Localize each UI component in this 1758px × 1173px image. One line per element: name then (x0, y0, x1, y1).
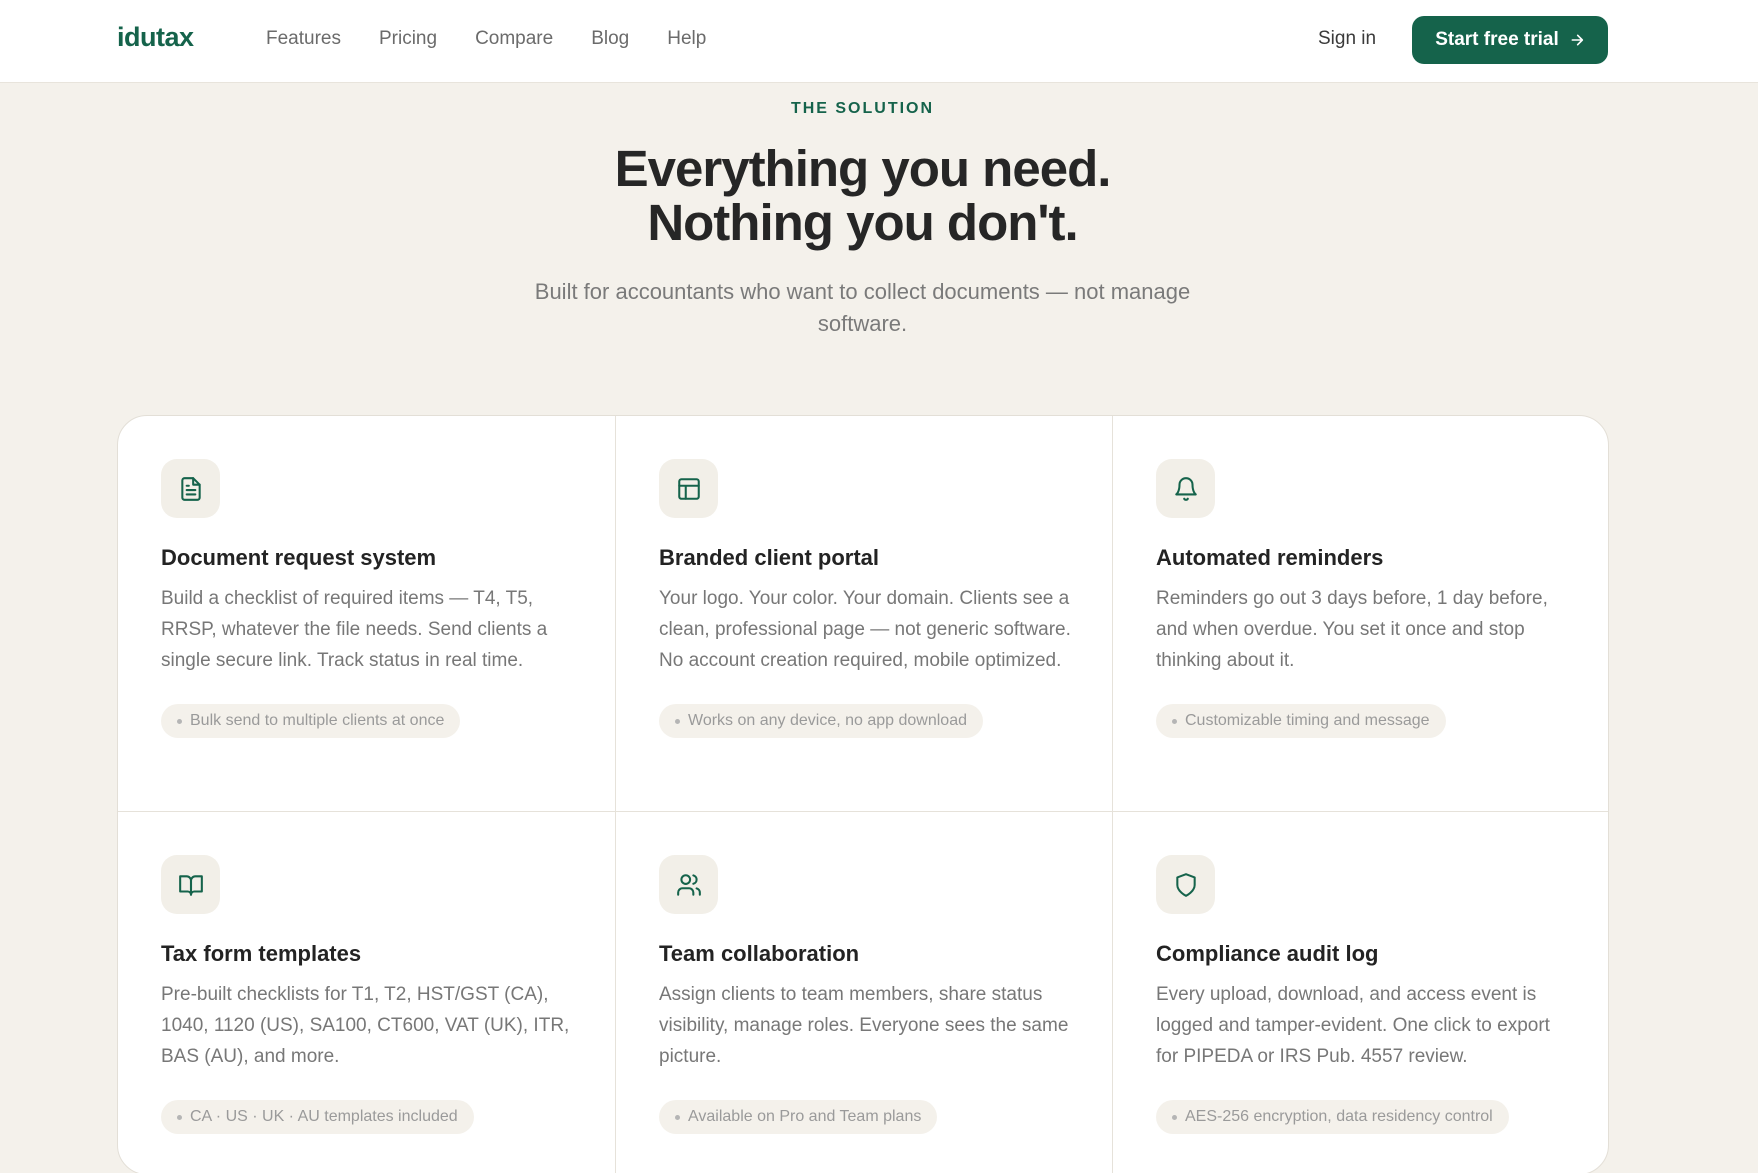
subheading-line-2: software. (817, 311, 908, 336)
feature-title: Automated reminders (1156, 545, 1384, 570)
arrow-right-icon (1571, 34, 1583, 46)
bell-icon (1174, 476, 1197, 501)
bullet-dot-icon (675, 718, 680, 724)
feature-tag: AES-256 encryption, data residency contr… (1156, 1100, 1509, 1134)
feature-tag: Available on Pro and Team plans (659, 1100, 938, 1134)
feature-card-compliance-audit-log: Compliance audit log Every upload, downl… (1112, 811, 1608, 1173)
feature-tag: Customizable timing and message (1156, 704, 1446, 738)
headline-line-2: Nothing you don't. (647, 194, 1078, 251)
feature-icon-box (1156, 459, 1215, 518)
feature-icon-box (659, 459, 718, 518)
layout-icon (677, 477, 700, 500)
file-text-icon (180, 476, 201, 501)
feature-card-branded-portal: Branded client portal Your logo. Your co… (615, 416, 1112, 811)
start-free-trial-label: Start free trial (1435, 29, 1559, 50)
top-navbar: idutax Features Pricing Compare Blog Hel… (0, 0, 1758, 83)
feature-icon-box (659, 855, 718, 914)
headline-line-1: Everything you need. (614, 140, 1112, 197)
feature-description: Every upload, download, and access event… (1156, 984, 1550, 1067)
feature-tag-label: AES-256 encryption, data residency contr… (1185, 1108, 1493, 1125)
feature-icon-box (1156, 855, 1215, 914)
bullet-dot-icon (177, 1114, 182, 1120)
feature-tag-label: Works on any device, no app download (688, 712, 967, 729)
nav-link-features[interactable]: Features (266, 28, 341, 50)
feature-description: Reminders go out 3 days before, 1 day be… (1156, 588, 1548, 671)
feature-title: Tax form templates (161, 941, 362, 966)
feature-title: Document request system (161, 545, 437, 570)
start-free-trial-button[interactable]: Start free trial (1412, 16, 1608, 64)
bullet-dot-icon (1172, 1114, 1177, 1120)
sign-in-link[interactable]: Sign in (1318, 28, 1376, 50)
feature-tag-label: CA · US · UK · AU templates included (190, 1108, 458, 1125)
feature-description: Build a checklist of required items — T4… (161, 588, 548, 671)
feature-tag-label: Bulk send to multiple clients at once (190, 712, 445, 729)
feature-tag: CA · US · UK · AU templates included (161, 1100, 474, 1134)
book-open-icon (178, 874, 203, 896)
feature-card-document-request: Document request system Build a checklis… (118, 416, 615, 811)
feature-tag: Bulk send to multiple clients at once (161, 704, 461, 738)
feature-tag-label: Customizable timing and message (1185, 712, 1430, 729)
feature-description: Pre-built checklists for T1, T2, HST/GST… (161, 984, 570, 1067)
section-eyebrow: THE SOLUTION (790, 100, 935, 117)
feature-title: Compliance audit log (1156, 941, 1379, 966)
features-grid: Document request system Build a checklis… (117, 415, 1609, 1173)
nav-link-blog[interactable]: Blog (591, 28, 629, 50)
nav-link-pricing[interactable]: Pricing (379, 28, 437, 50)
nav-link-compare[interactable]: Compare (475, 28, 553, 50)
feature-title: Team collaboration (659, 941, 860, 966)
feature-icon-box (161, 459, 220, 518)
feature-card-automated-reminders: Automated reminders Reminders go out 3 d… (1112, 416, 1608, 811)
feature-description: Your logo. Your color. Your domain. Clie… (659, 588, 1071, 671)
feature-tag-label: Available on Pro and Team plans (688, 1108, 922, 1125)
shield-icon (1175, 872, 1196, 897)
subheading-line-1: Built for accountants who want to collec… (534, 279, 1191, 304)
section-headline: Everything you need. Nothing you don't. (0, 142, 1725, 250)
feature-icon-box (161, 855, 220, 914)
bullet-dot-icon (1172, 718, 1177, 724)
users-icon (676, 873, 701, 896)
nav-links: Features Pricing Compare Blog Help (266, 28, 706, 50)
bullet-dot-icon (177, 718, 182, 724)
feature-tag: Works on any device, no app download (659, 704, 983, 738)
feature-title: Branded client portal (659, 545, 880, 570)
feature-description: Assign clients to team members, share st… (659, 984, 1069, 1067)
section-subheading: Built for accountants who want to collec… (0, 276, 1725, 340)
logo[interactable]: idutax (117, 22, 194, 53)
feature-card-team-collaboration: Team collaboration Assign clients to tea… (615, 811, 1112, 1173)
feature-card-tax-templates: Tax form templates Pre-built checklists … (118, 811, 615, 1173)
bullet-dot-icon (675, 1114, 680, 1120)
nav-link-help[interactable]: Help (667, 28, 706, 50)
